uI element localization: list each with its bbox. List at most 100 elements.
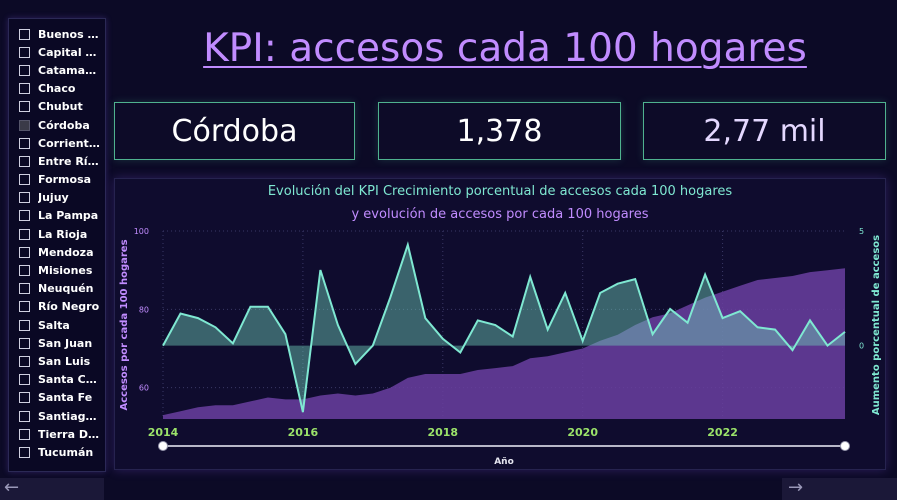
slicer-item-label: Tierra De... <box>38 427 100 441</box>
slicer-item-label: Córdoba <box>38 118 90 132</box>
kpi-card-accesos-value: 1,378 <box>456 113 543 149</box>
x-tick-label: 2020 <box>567 426 598 439</box>
checkbox[interactable] <box>19 119 30 131</box>
kpi-card-accesos: 1,378 <box>378 102 621 160</box>
slicer-item-label: Neuquén <box>38 282 94 296</box>
slicer-item[interactable]: Catamarca <box>19 61 105 79</box>
slicer-item-label: Chaco <box>38 82 76 96</box>
chart-title-line2: y evolución de accesos por cada 100 hoga… <box>351 207 648 222</box>
checkbox[interactable] <box>19 301 30 313</box>
slicer-item[interactable]: Mendoza <box>19 243 105 261</box>
slicer-item[interactable]: Entre Ríos <box>19 152 105 170</box>
checkbox[interactable] <box>19 392 30 404</box>
kpi-card-total: 2,77 mil <box>643 102 886 160</box>
slicer-item[interactable]: Córdoba <box>19 116 105 134</box>
y-right-tick-label: 0 <box>859 342 864 351</box>
province-slicer: Buenos A... Capital F... Catamarca Chaco Chu… <box>8 18 106 472</box>
slicer-item-label: Santiago ... <box>38 409 100 423</box>
arrow-right-icon: → <box>788 477 804 498</box>
kpi-card-total-value: 2,77 mil <box>703 113 826 149</box>
chart-title-line1: Evolución del KPI Crecimiento porcentual… <box>268 184 733 199</box>
slicer-item-label: Misiones <box>38 264 93 278</box>
slicer-item[interactable]: Capital F... <box>19 43 105 61</box>
slicer-item[interactable]: Santiago ... <box>19 407 105 425</box>
checkbox[interactable] <box>19 283 30 295</box>
slicer-item-label: Río Negro <box>38 300 100 314</box>
arrow-left-icon: ← <box>4 477 20 498</box>
x-tick-label: 2022 <box>707 426 738 439</box>
checkbox[interactable] <box>19 46 30 58</box>
slicer-item[interactable]: San Juan <box>19 334 105 352</box>
checkbox[interactable] <box>19 355 30 367</box>
slicer-item[interactable]: Salta <box>19 316 105 334</box>
slicer-item-label: Chubut <box>38 100 83 114</box>
checkbox[interactable] <box>19 210 30 222</box>
x-tick-label: 2016 <box>288 426 319 439</box>
checkbox[interactable] <box>19 28 30 40</box>
checkbox[interactable] <box>19 228 30 240</box>
slicer-list: Buenos A... Capital F... Catamarca Chaco Chu… <box>9 19 105 462</box>
slicer-item-label: San Juan <box>38 336 93 350</box>
checkbox[interactable] <box>19 410 30 422</box>
checkbox[interactable] <box>19 174 30 186</box>
checkbox[interactable] <box>19 337 30 349</box>
slicer-item-label: Santa Cruz <box>38 373 100 387</box>
checkbox[interactable] <box>19 319 30 331</box>
slicer-item[interactable]: Corrientes <box>19 134 105 152</box>
slicer-item-label: Santa Fe <box>38 391 93 405</box>
slicer-item[interactable]: Chaco <box>19 80 105 98</box>
slicer-item[interactable]: Tucumán <box>19 443 105 461</box>
slicer-item-label: Mendoza <box>38 245 94 259</box>
combo-chart: Evolución del KPI Crecimiento porcentual… <box>119 184 882 467</box>
checkbox[interactable] <box>19 83 30 95</box>
slicer-item-label: San Luis <box>38 354 91 368</box>
checkbox[interactable] <box>19 446 30 458</box>
checkbox[interactable] <box>19 137 30 149</box>
y-right-tick-label: 5 <box>859 227 864 236</box>
slicer-item-label: Formosa <box>38 173 92 187</box>
checkbox[interactable] <box>19 155 30 167</box>
y-left-tick-label: 80 <box>139 305 149 314</box>
checkbox[interactable] <box>19 64 30 76</box>
y-left-tick-label: 60 <box>139 384 149 393</box>
range-slider-start-handle[interactable] <box>158 441 168 451</box>
slicer-item-label: Buenos A... <box>38 27 100 41</box>
page-title: KPI: accesos cada 100 hogares <box>203 26 807 71</box>
x-tick-label: 2018 <box>427 426 458 439</box>
prev-page-button[interactable]: ← <box>0 477 104 500</box>
slicer-item[interactable]: Tierra De... <box>19 425 105 443</box>
checkbox[interactable] <box>19 374 30 386</box>
slicer-item[interactable]: Formosa <box>19 171 105 189</box>
slicer-item-label: La Pampa <box>38 209 99 223</box>
slicer-item[interactable]: Buenos A... <box>19 25 105 43</box>
slicer-item-label: Tucumán <box>38 445 94 459</box>
checkbox[interactable] <box>19 101 30 113</box>
slicer-item-label: Capital F... <box>38 45 100 59</box>
checkbox[interactable] <box>19 192 30 204</box>
checkbox[interactable] <box>19 246 30 258</box>
slicer-item[interactable]: Chubut <box>19 98 105 116</box>
slicer-item[interactable]: Neuquén <box>19 280 105 298</box>
y-right-axis-title: Aumento porcentual de accesos <box>871 235 882 415</box>
slicer-item-label: Salta <box>38 318 70 332</box>
next-page-button[interactable]: → <box>782 477 897 500</box>
slicer-item[interactable]: La Pampa <box>19 207 105 225</box>
range-slider-end-handle[interactable] <box>840 441 850 451</box>
slicer-item[interactable]: Santa Cruz <box>19 371 105 389</box>
checkbox[interactable] <box>19 428 30 440</box>
slicer-item-label: Corrientes <box>38 136 100 150</box>
checkbox[interactable] <box>19 265 30 277</box>
slicer-item[interactable]: Misiones <box>19 261 105 279</box>
y-left-tick-label: 100 <box>134 227 149 236</box>
y-left-axis-title: Accesos por cada 100 hogares <box>119 239 130 410</box>
slicer-item[interactable]: La Rioja <box>19 225 105 243</box>
x-axis-title: Año <box>494 457 514 467</box>
slicer-item[interactable]: San Luis <box>19 352 105 370</box>
province-card-value: Córdoba <box>171 113 298 149</box>
slicer-item[interactable]: Santa Fe <box>19 389 105 407</box>
slicer-item-label: Jujuy <box>38 191 69 205</box>
slicer-item-label: Entre Ríos <box>38 154 100 168</box>
slicer-item[interactable]: Jujuy <box>19 189 105 207</box>
slicer-item-label: Catamarca <box>38 63 100 77</box>
slicer-item[interactable]: Río Negro <box>19 298 105 316</box>
